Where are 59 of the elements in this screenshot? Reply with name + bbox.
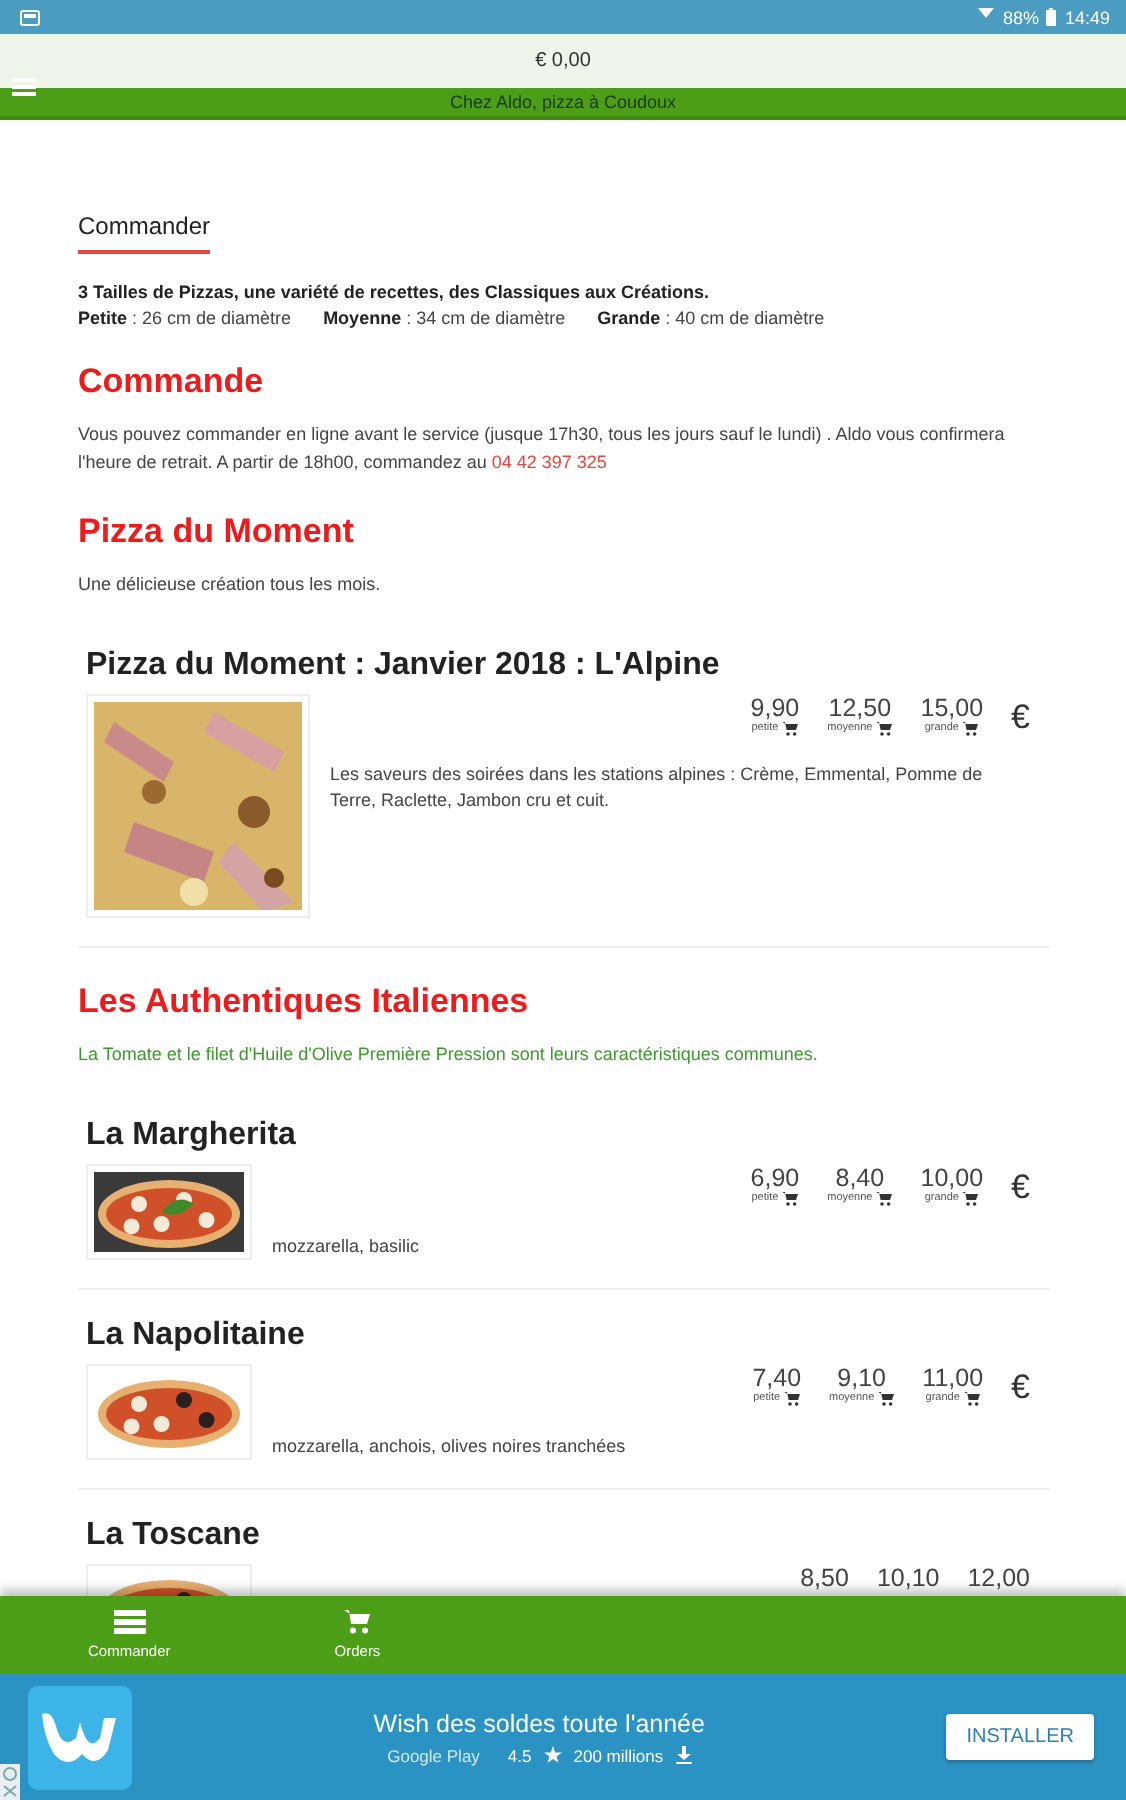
star-icon <box>543 1746 562 1764</box>
cart-icon[interactable] <box>963 1391 980 1406</box>
cart-icon[interactable] <box>962 721 979 736</box>
cart-icon[interactable] <box>876 1191 893 1206</box>
pizza-name: La Napolitaine <box>86 1317 307 1354</box>
section-description: Une délicieuse création tous les mois. <box>78 571 383 598</box>
cart-icon[interactable] <box>782 721 799 736</box>
size-info: Moyenne : 34 cm de diamètre <box>323 308 566 328</box>
pizza-description: mozzarella, basilic <box>272 1233 422 1260</box>
store-name: Google Play <box>387 1745 480 1765</box>
install-button[interactable]: INSTALLER <box>946 1714 1094 1760</box>
price: 7,40 <box>752 1363 802 1392</box>
currency-symbol: € <box>1011 1167 1030 1208</box>
intro-headline: 3 Tailles de Pizzas, une variété de recettes, des Classiques aux Créations. <box>78 282 711 302</box>
size-info: Petite : 26 cm de diamètre <box>78 308 292 328</box>
currency-symbol: € <box>1011 697 1030 738</box>
price: 9,10 <box>837 1363 887 1392</box>
price: 10,00 <box>920 1163 984 1192</box>
price: 12,00 <box>967 1563 1030 1592</box>
size-info: Grande : 40 cm de diamètre <box>597 308 825 328</box>
cart-icon <box>344 1610 371 1634</box>
app-title: Chez Aldo, pizza à Coudoux <box>449 92 677 112</box>
download-icon <box>675 1746 692 1764</box>
list-icon <box>113 1610 146 1634</box>
rating: 4.5 <box>507 1745 532 1765</box>
section-description: Vous pouvez commander en ligne avant le service (jusque 17h30, tous les jours sauf le lundi) . Aldo vous confirmera l'heure de retrait. A partir de 18h00, commandez au 04 42 397 325 <box>78 422 1007 476</box>
battery-level: 88% <box>1002 7 1039 27</box>
pizza-name: La Margherita <box>86 1117 298 1154</box>
section-title: Les Authentiques Italiennes <box>78 981 531 1022</box>
notification-icon <box>20 9 40 25</box>
price: 8,50 <box>800 1563 849 1592</box>
pizza-name: Pizza du Moment : Janvier 2018 : L'Alpine <box>86 647 722 684</box>
pizza-description: mozzarella, anchois, olives noires tranchées <box>272 1433 628 1460</box>
cart-icon[interactable] <box>782 1191 799 1206</box>
price: 6,90 <box>750 1163 800 1192</box>
section-description: La Tomate et le filet d'Huile d'Olive Première Pression sont leurs caractéristiques communes. <box>78 1041 820 1068</box>
battery-icon <box>1046 8 1057 26</box>
clock: 14:49 <box>1064 7 1110 27</box>
menu-icon[interactable] <box>12 78 36 96</box>
price: 8,40 <box>835 1163 885 1192</box>
cart-icon[interactable] <box>876 721 893 736</box>
pizza-name: La Toscane <box>86 1517 262 1554</box>
ad-title[interactable]: Wish des soldes toute l'année <box>373 1709 705 1737</box>
pizza-description: Les saveurs des soirées dans les stations alpines : Crème, Emmental, Pomme de Terre, Raclette, Jambon cru et cuit. <box>330 761 985 814</box>
cart-total[interactable]: € 0,00 <box>535 50 591 72</box>
install-count: 200 millions <box>573 1745 664 1765</box>
section-title: Pizza du Moment <box>78 511 356 552</box>
price: 11,00 <box>922 1363 984 1392</box>
cart-icon[interactable] <box>784 1391 801 1406</box>
cart-icon[interactable] <box>878 1391 895 1406</box>
tab[interactable]: Commander <box>78 212 211 254</box>
price: 15,00 <box>920 693 984 722</box>
price: 12,50 <box>828 693 892 722</box>
price: 9,90 <box>750 693 800 722</box>
phone-link[interactable]: 04 42 397 325 <box>491 451 607 472</box>
currency-symbol: € <box>1011 1367 1030 1408</box>
section-title: Commande <box>78 362 266 402</box>
cart-icon[interactable] <box>962 1191 979 1206</box>
price: 10,10 <box>876 1563 940 1592</box>
